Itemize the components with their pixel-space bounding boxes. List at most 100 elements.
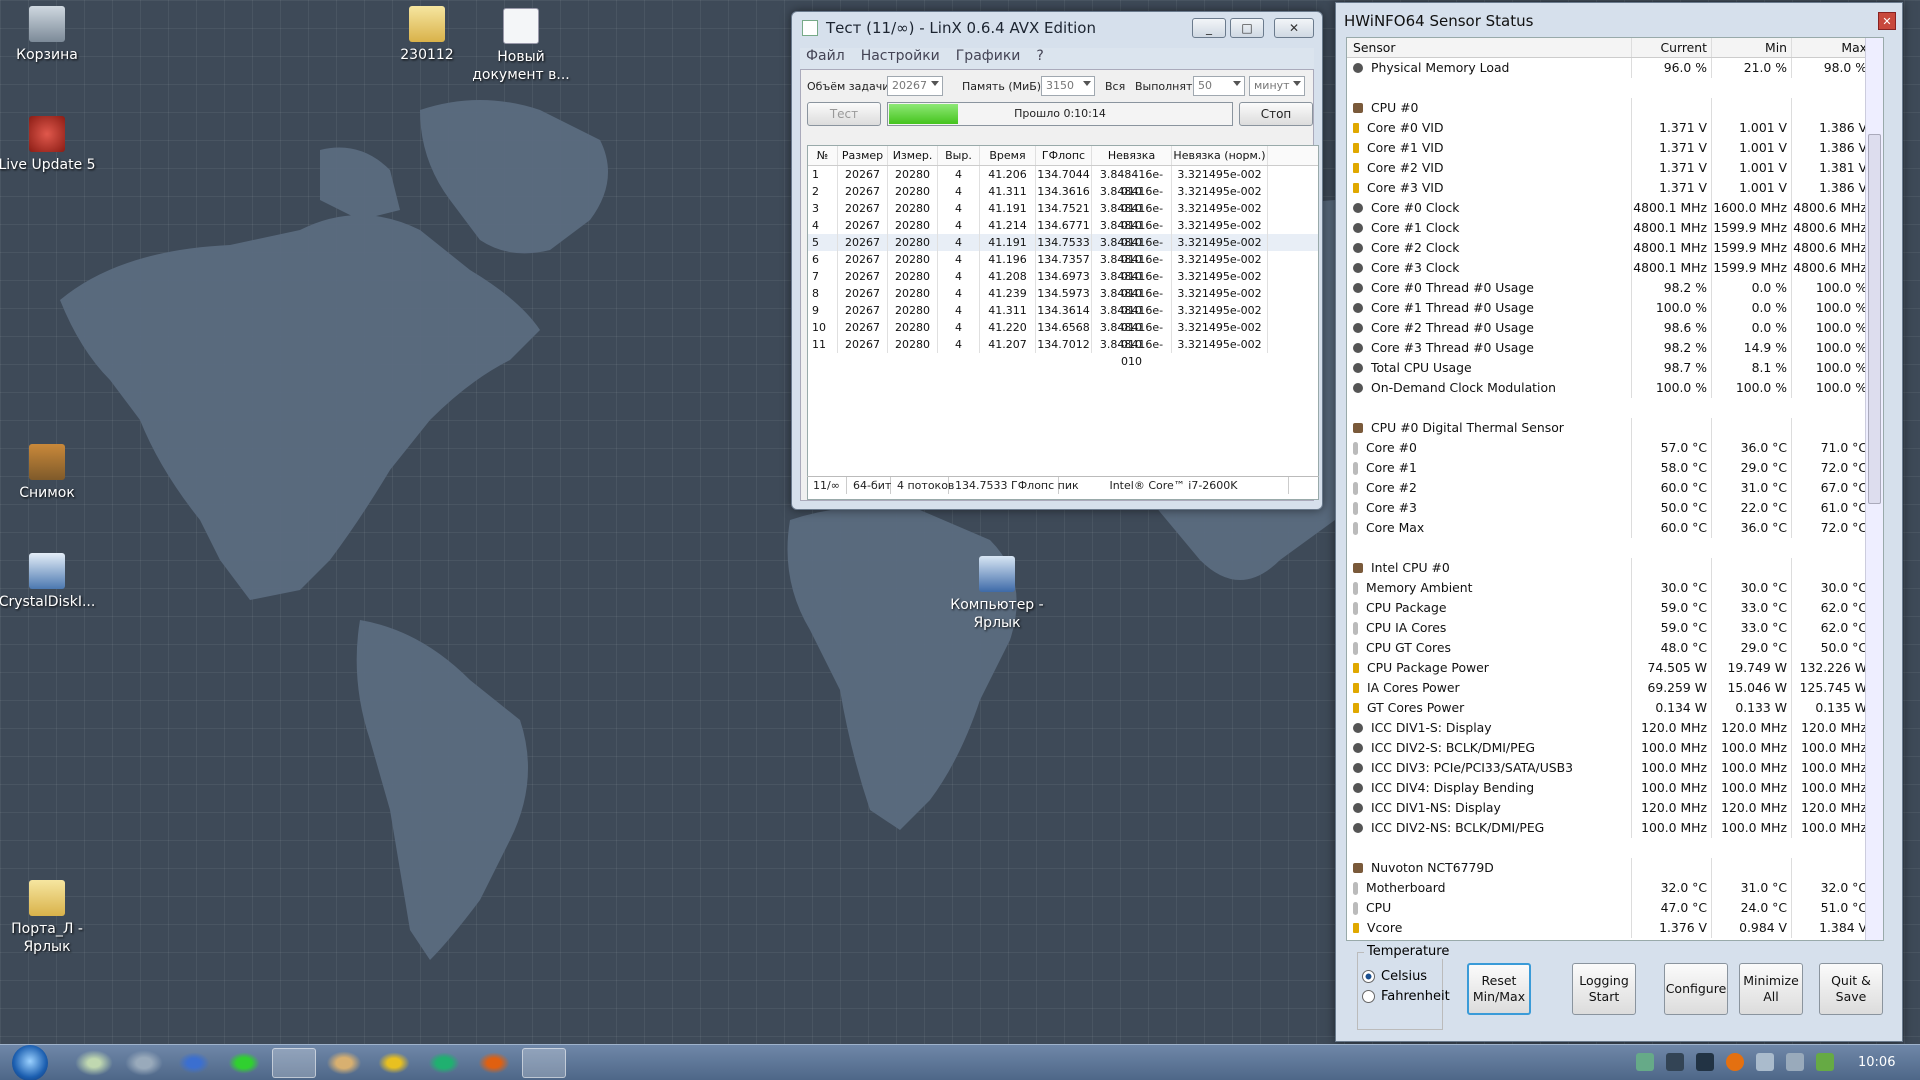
sensor-row[interactable]: Core #3 Thread #0 Usage 98.2 % 14.9 % 100.0…: [1347, 338, 1883, 358]
sensor-row[interactable]: Core #2 60.0 °C 31.0 °C 67.0 °C: [1347, 478, 1883, 498]
sensor-row[interactable]: On-Demand Clock Modulation 100.0 % 100.0 %…: [1347, 378, 1883, 398]
run-unit-select[interactable]: минут: [1249, 76, 1305, 96]
table-row[interactable]: 3 20267 20280 4 41.191 134.7521 3.848416e-010 3…: [808, 200, 1318, 232]
desktop-icon-computer-shortcut[interactable]: Компьютер - Ярлык: [947, 556, 1047, 632]
burn-icon[interactable]: [472, 1048, 516, 1078]
stop-button[interactable]: Стоп: [1239, 102, 1313, 126]
sensor-row[interactable]: IA Cores Power 69.259 W 15.046 W 125.745 W: [1347, 678, 1883, 698]
column-min[interactable]: Min: [1712, 38, 1792, 57]
tray-usb-icon[interactable]: [1786, 1053, 1804, 1071]
table-row[interactable]: 6 20267 20280 4 41.196 134.7357 3.848416e-010 3…: [808, 251, 1318, 283]
sensor-row[interactable]: CPU Package Power 74.505 W 19.749 W 132.226…: [1347, 658, 1883, 678]
tray-nvidia-icon[interactable]: [1816, 1053, 1834, 1071]
scrollbar[interactable]: [1865, 38, 1883, 940]
sensor-row[interactable]: Core #0 Thread #0 Usage 98.2 % 0.0 % 100.0 …: [1347, 278, 1883, 298]
task-size-select[interactable]: 20267: [887, 76, 943, 96]
column-max[interactable]: Max: [1792, 38, 1872, 57]
start-orb-icon[interactable]: [12, 1045, 48, 1080]
celsius-radio[interactable]: Celsius: [1362, 969, 1427, 984]
table-row[interactable]: 7 20267 20280 4 41.208 134.6973 3.848416e-010 3…: [808, 268, 1318, 300]
info-icon[interactable]: [172, 1048, 216, 1078]
sensor-row[interactable]: CPU 47.0 °C 24.0 °C 51.0 °C: [1347, 898, 1883, 918]
sensor-row[interactable]: ICC DIV1-NS: Display 120.0 MHz 120.0 MHz 12…: [1347, 798, 1883, 818]
desktop-icon-snapshot[interactable]: Снимок: [0, 444, 97, 502]
sensor-row[interactable]: CPU IA Cores 59.0 °C 33.0 °C 62.0 °C: [1347, 618, 1883, 638]
sensor-row[interactable]: Core #1 Thread #0 Usage 100.0 % 0.0 % 100.0…: [1347, 298, 1883, 318]
desktop-icon-recycle-bin[interactable]: Корзина: [0, 6, 97, 64]
table-row[interactable]: 9 20267 20280 4 41.311 134.3614 3.848416e-010 3…: [808, 302, 1318, 334]
tray-app-icon[interactable]: [1636, 1053, 1654, 1071]
sensor-row[interactable]: ICC DIV1-S: Display 120.0 MHz 120.0 MHz 120…: [1347, 718, 1883, 738]
column-header[interactable]: Размер: [838, 146, 888, 165]
table-row[interactable]: 8 20267 20280 4 41.239 134.5973 3.848416e-010 3…: [808, 285, 1318, 317]
run-duration-select[interactable]: 50: [1193, 76, 1245, 96]
minimize-button[interactable]: _: [1192, 18, 1226, 38]
hwinfo-icon[interactable]: [322, 1048, 366, 1078]
sensor-row[interactable]: Core #2 Thread #0 Usage 98.6 % 0.0 % 100.0 …: [1347, 318, 1883, 338]
sensor-row[interactable]: Core #3 50.0 °C 22.0 °C 61.0 °C: [1347, 498, 1883, 518]
sensor-row[interactable]: Core #2 Clock 4800.1 MHz 1599.9 MHz 4800.6 …: [1347, 238, 1883, 258]
reset-minmax-button[interactable]: Reset Min/Max: [1467, 963, 1531, 1015]
menu-help[interactable]: ?: [1036, 48, 1043, 69]
memory-select[interactable]: 3150: [1041, 76, 1095, 96]
clock[interactable]: 10:06: [1858, 1055, 1895, 1070]
cpu-z-icon[interactable]: [222, 1048, 266, 1078]
disk-icon[interactable]: [72, 1048, 116, 1078]
column-header[interactable]: Невязка (норм.): [1172, 146, 1268, 165]
sensor-row[interactable]: Total CPU Usage 98.7 % 8.1 % 100.0 %: [1347, 358, 1883, 378]
sensor-group-row[interactable]: Intel CPU #0: [1347, 558, 1883, 578]
desktop-icon-folder[interactable]: 230112: [377, 6, 477, 64]
equalizer-icon[interactable]: [522, 1048, 566, 1078]
scrollbar-thumb[interactable]: [1868, 134, 1881, 504]
minimize-all-button[interactable]: Minimize All: [1739, 963, 1803, 1015]
sensor-row[interactable]: Core #1 58.0 °C 29.0 °C 72.0 °C: [1347, 458, 1883, 478]
column-header[interactable]: Невязка: [1092, 146, 1172, 165]
k-icon[interactable]: [372, 1048, 416, 1078]
sensor-row[interactable]: Memory Ambient 30.0 °C 30.0 °C 30.0 °C: [1347, 578, 1883, 598]
desktop-icon-new-document[interactable]: Новый документ в...: [471, 8, 571, 84]
logging-start-button[interactable]: Logging Start: [1572, 963, 1636, 1015]
fahrenheit-radio[interactable]: Fahrenheit: [1362, 989, 1450, 1004]
maximize-button[interactable]: □: [1230, 18, 1264, 38]
close-button[interactable]: ✕: [1878, 12, 1896, 30]
quit-save-button[interactable]: Quit & Save: [1819, 963, 1883, 1015]
column-header[interactable]: №: [808, 146, 838, 165]
sensor-row[interactable]: ICC DIV3: PCIe/PCI33/SATA/USB3 100.0 MHz 1…: [1347, 758, 1883, 778]
desktop-icon-crystaldisk[interactable]: CrystalDiskI...: [0, 553, 97, 611]
tray-equalizer-icon[interactable]: [1696, 1053, 1714, 1071]
sensor-row[interactable]: CPU GT Cores 48.0 °C 29.0 °C 50.0 °C: [1347, 638, 1883, 658]
sensor-row[interactable]: Motherboard 32.0 °C 31.0 °C 32.0 °C: [1347, 878, 1883, 898]
sensor-row[interactable]: ICC DIV2-S: BCLK/DMI/PEG 100.0 MHz 100.0 M…: [1347, 738, 1883, 758]
tray-bluetooth-icon[interactable]: [1666, 1053, 1684, 1071]
desktop-icon-live-update[interactable]: Live Update 5: [0, 116, 97, 174]
table-row[interactable]: 4 20267 20280 4 41.214 134.6771 3.848416e-010 3…: [808, 217, 1318, 249]
sensor-row[interactable]: GT Cores Power 0.134 W 0.133 W 0.135 W: [1347, 698, 1883, 718]
memory-all-checkbox[interactable]: Вся: [1105, 80, 1125, 93]
linx-icon[interactable]: [272, 1048, 316, 1078]
column-header[interactable]: ГФлопс: [1036, 146, 1092, 165]
tray-network-icon[interactable]: [1756, 1053, 1774, 1071]
close-button[interactable]: ✕: [1274, 18, 1314, 38]
sensor-row[interactable]: Core #0 Clock 4800.1 MHz 1600.0 MHz 4800.6 …: [1347, 198, 1883, 218]
column-current[interactable]: Current: [1632, 38, 1712, 57]
table-row[interactable]: 2 20267 20280 4 41.311 134.3616 3.848416e-010 3…: [808, 183, 1318, 215]
sensor-row[interactable]: CPU Package 59.0 °C 33.0 °C 62.0 °C: [1347, 598, 1883, 618]
sensor-row[interactable]: Core #0 57.0 °C 36.0 °C 71.0 °C: [1347, 438, 1883, 458]
hwinfo-title[interactable]: HWiNFO64 Sensor Status: [1336, 3, 1902, 39]
sensor-row[interactable]: Vcore 1.376 V 0.984 V 1.384 V: [1347, 918, 1883, 938]
sensor-row[interactable]: Core #3 VID 1.371 V 1.001 V 1.386 V: [1347, 178, 1883, 198]
sensor-row[interactable]: Core #3 Clock 4800.1 MHz 1599.9 MHz 4800.6 …: [1347, 258, 1883, 278]
sensor-row[interactable]: Physical Memory Load 96.0 % 21.0 % 98.0 %: [1347, 58, 1883, 78]
table-row[interactable]: 1 20267 20280 4 41.206 134.7044 3.848416e-010 3…: [808, 166, 1318, 198]
table-row[interactable]: 5 20267 20280 4 41.191 134.7533 3.848416e-010 3…: [808, 234, 1318, 266]
column-header[interactable]: Выр.: [938, 146, 980, 165]
sensor-row[interactable]: ICC DIV2-NS: BCLK/DMI/PEG 100.0 MHz 100.0 …: [1347, 818, 1883, 838]
sensor-row[interactable]: Core #1 VID 1.371 V 1.001 V 1.386 V: [1347, 138, 1883, 158]
sensor-row[interactable]: ICC DIV4: Display Bending 100.0 MHz 100.0 …: [1347, 778, 1883, 798]
menu-file[interactable]: Файл: [806, 48, 845, 69]
configure-button[interactable]: Configure: [1664, 963, 1728, 1015]
sensor-group-row[interactable]: CPU #0: [1347, 98, 1883, 118]
column-header[interactable]: Измер.: [888, 146, 938, 165]
g-icon[interactable]: [422, 1048, 466, 1078]
sensor-row[interactable]: Core Max 60.0 °C 36.0 °C 72.0 °C: [1347, 518, 1883, 538]
